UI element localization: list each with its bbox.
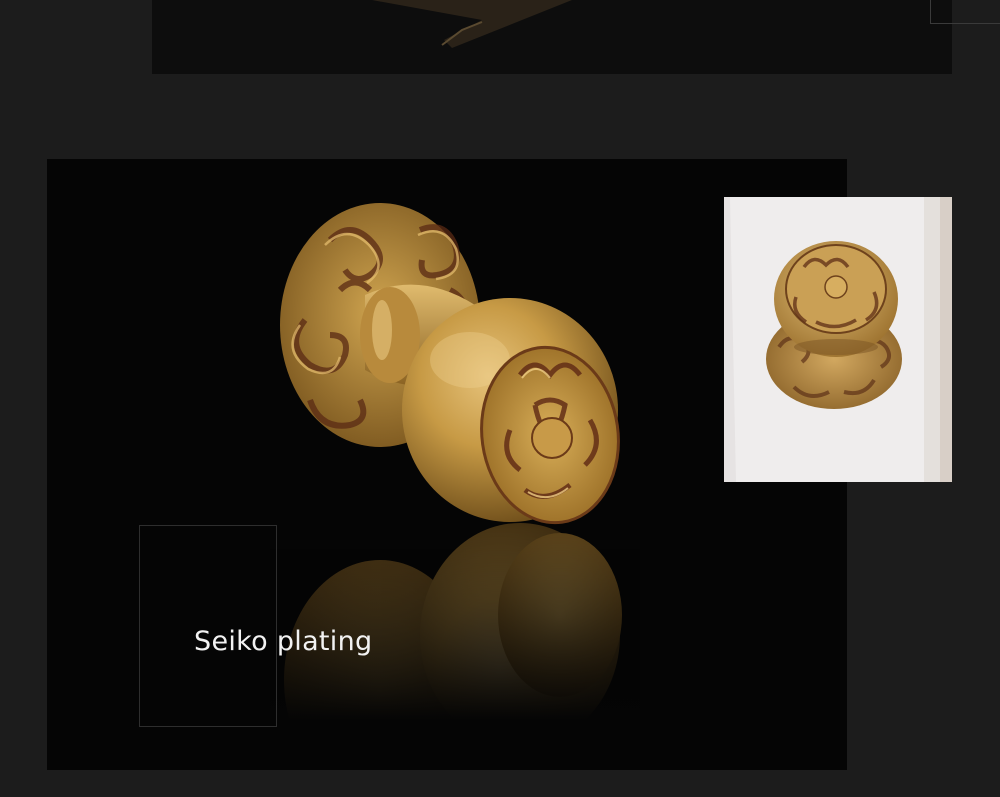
feature-caption: Seiko plating	[194, 626, 373, 657]
previous-section-image	[372, 0, 572, 48]
installed-knob-photo	[724, 197, 952, 482]
installed-knob-image	[724, 197, 952, 482]
previous-section-frame	[930, 0, 1000, 24]
previous-section-panel	[152, 0, 1000, 74]
product-detail-page: Seiko plating	[0, 0, 1000, 797]
